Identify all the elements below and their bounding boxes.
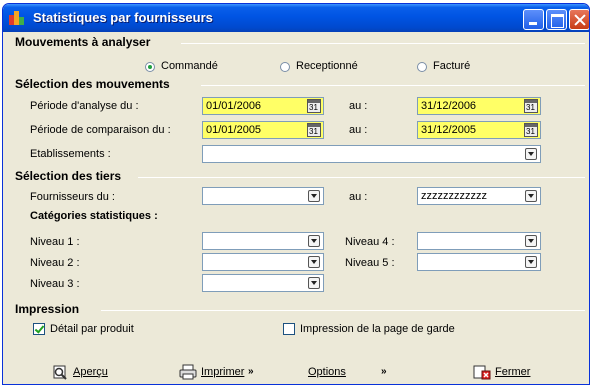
niveau5-label: Niveau 5 : — [345, 257, 395, 269]
dialog-window: Statistiques par fournisseurs Mouvements… — [2, 3, 590, 385]
niveau4-label: Niveau 4 : — [345, 236, 395, 248]
exit-icon — [473, 365, 491, 380]
fournisseurs-to-select[interactable]: zzzzzzzzzzzz — [417, 187, 541, 205]
chevron-down-icon[interactable] — [308, 235, 320, 247]
close-button[interactable] — [569, 9, 589, 30]
maximize-button[interactable] — [546, 9, 567, 30]
chevron-down-icon[interactable] — [525, 148, 537, 160]
periode-comparaison-to-field[interactable]: 31/12/2005 31 — [417, 121, 541, 139]
niveau2-label: Niveau 2 : — [30, 257, 80, 269]
radio-commande[interactable] — [145, 62, 155, 72]
bar-chart-icon — [9, 11, 25, 25]
chevron-down-icon[interactable] — [308, 256, 320, 268]
page-garde-checkbox[interactable] — [283, 323, 295, 335]
niveau5-select[interactable] — [417, 253, 541, 271]
detail-produit-checkbox[interactable] — [33, 323, 45, 335]
button-bar: Aperçu Imprimer » Options » Fermer — [3, 357, 589, 384]
radio-receptionne[interactable] — [280, 62, 290, 72]
detail-produit-label[interactable]: Détail par produit — [50, 323, 134, 335]
section-selection-heading: Sélection des mouvements — [15, 77, 170, 91]
niveau4-select[interactable] — [417, 232, 541, 250]
section-tiers-heading: Sélection des tiers — [15, 169, 122, 183]
fournisseurs-from-select[interactable] — [202, 187, 324, 205]
preview-icon — [53, 365, 67, 380]
divider — [138, 177, 585, 178]
periode-analyse-to-field[interactable]: 31/12/2006 31 — [417, 97, 541, 115]
window-title: Statistiques par fournisseurs — [33, 10, 213, 25]
niveau1-label: Niveau 1 : — [30, 236, 80, 248]
calendar-icon[interactable]: 31 — [307, 123, 321, 137]
au-label: au : — [349, 100, 368, 112]
page-garde-label[interactable]: Impression de la page de garde — [300, 323, 455, 335]
etablissements-label: Etablissements : — [30, 148, 111, 160]
minimize-button[interactable] — [523, 9, 544, 30]
niveau2-select[interactable] — [202, 253, 324, 271]
divider — [101, 310, 585, 311]
double-chevron-down-icon[interactable]: » — [381, 366, 387, 377]
chevron-down-icon[interactable] — [525, 235, 537, 247]
calendar-icon[interactable]: 31 — [307, 99, 321, 113]
periode-analyse-label: Période d'analyse du : — [30, 100, 139, 112]
periode-comparaison-from-field[interactable]: 01/01/2005 31 — [202, 121, 324, 139]
title-bar[interactable]: Statistiques par fournisseurs — [3, 4, 589, 32]
chevron-down-icon[interactable] — [308, 277, 320, 289]
niveau3-select[interactable] — [202, 274, 324, 292]
periode-analyse-from-field[interactable]: 01/01/2006 31 — [202, 97, 324, 115]
printer-icon — [179, 364, 197, 380]
au-label: au : — [349, 124, 368, 136]
divider — [201, 85, 585, 86]
etablissements-select[interactable] — [202, 145, 541, 163]
calendar-icon[interactable]: 31 — [524, 99, 538, 113]
radio-commande-label[interactable]: Commandé — [161, 60, 218, 72]
chevron-down-icon[interactable] — [308, 190, 320, 202]
double-chevron-down-icon[interactable]: » — [248, 366, 254, 377]
radio-receptionne-label[interactable]: Receptionné — [296, 60, 358, 72]
chevron-down-icon[interactable] — [525, 190, 537, 202]
section-impression-heading: Impression — [15, 302, 80, 316]
section-mouvements-heading: Mouvements à analyser — [15, 35, 151, 49]
categories-heading: Catégories statistiques : — [30, 210, 158, 222]
divider — [181, 43, 585, 44]
radio-facture[interactable] — [417, 62, 427, 72]
calendar-icon[interactable]: 31 — [524, 123, 538, 137]
chevron-down-icon[interactable] — [525, 256, 537, 268]
au-label: au : — [349, 191, 368, 203]
niveau1-select[interactable] — [202, 232, 324, 250]
fournisseurs-label: Fournisseurs du : — [30, 191, 115, 203]
niveau3-label: Niveau 3 : — [30, 278, 80, 290]
radio-facture-label[interactable]: Facturé — [433, 60, 470, 72]
periode-comparaison-label: Période de comparaison du : — [30, 124, 171, 136]
